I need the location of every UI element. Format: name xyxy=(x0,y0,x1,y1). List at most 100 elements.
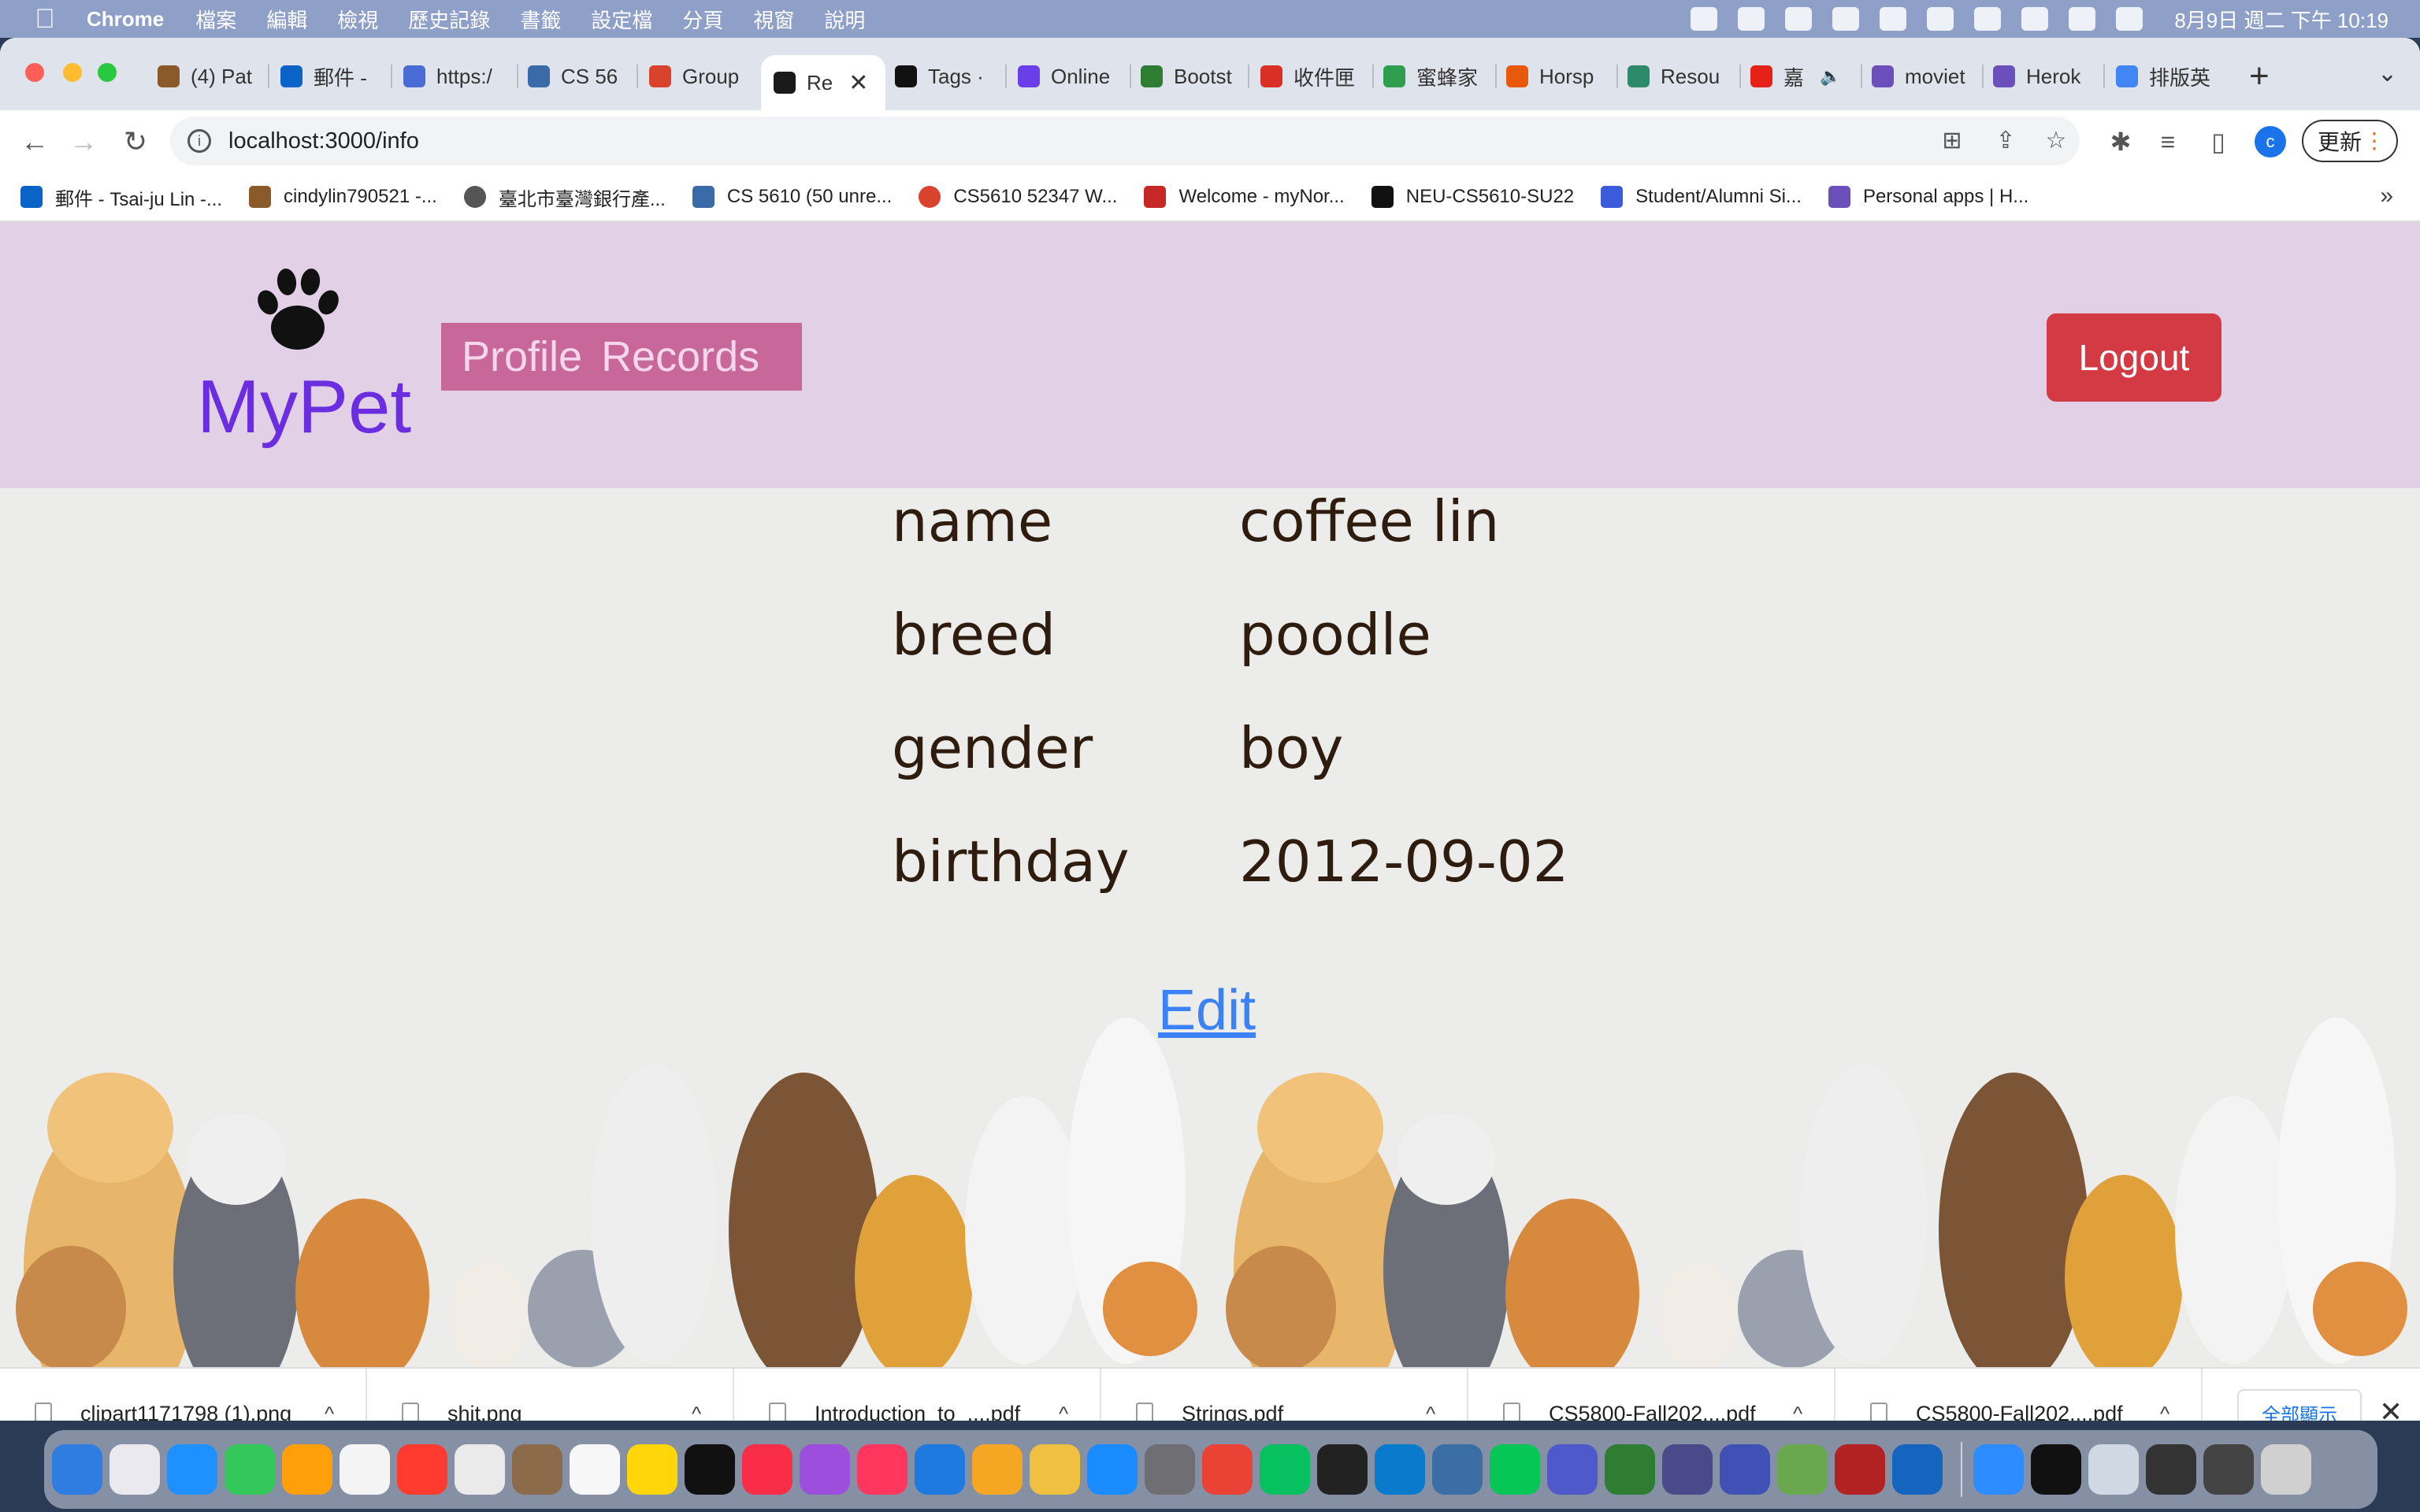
media-queue-icon[interactable]: ≡ xyxy=(2154,128,2182,156)
input-flag-icon[interactable] xyxy=(1880,7,1907,31)
tab-8[interactable]: Bootst xyxy=(1141,55,1240,98)
menu-view[interactable]: 檢視 xyxy=(337,5,378,34)
speaker-icon[interactable]: 🔈 xyxy=(1820,66,1841,87)
download-item[interactable]: shit.png ^ xyxy=(367,1369,734,1421)
dock-app-icon[interactable] xyxy=(1145,1444,1195,1495)
play-status-icon[interactable] xyxy=(1832,7,1860,31)
chevron-up-icon[interactable]: ^ xyxy=(692,1402,701,1421)
logout-button[interactable]: Logout xyxy=(2047,313,2221,402)
tab-9[interactable]: 收件匣 xyxy=(1260,55,1361,98)
chevron-up-icon[interactable]: ^ xyxy=(1793,1402,1802,1421)
download-item[interactable]: CS5800-Fall202....pdf ^ xyxy=(1835,1369,2203,1421)
translate-icon[interactable]: ⊞ xyxy=(1939,128,1965,154)
tab-14[interactable]: moviet xyxy=(1872,55,1974,98)
chevron-up-icon[interactable]: ^ xyxy=(1059,1402,1068,1421)
dock-app-icon[interactable] xyxy=(800,1444,850,1495)
tab-6[interactable]: Tags · xyxy=(895,55,1000,98)
dock-app-icon[interactable] xyxy=(2031,1444,2081,1495)
dock-app-icon[interactable] xyxy=(742,1444,792,1495)
tab-4[interactable]: Group xyxy=(649,55,752,98)
dock-app-icon[interactable] xyxy=(972,1444,1023,1495)
tab-13[interactable]: 嘉 🔈 xyxy=(1750,55,1850,98)
tab-7[interactable]: Online xyxy=(1018,55,1125,98)
chevron-up-icon[interactable]: ^ xyxy=(1426,1402,1435,1421)
dock-app-icon[interactable] xyxy=(2146,1444,2196,1495)
site-logo-text[interactable]: MyPet xyxy=(197,364,411,450)
tab-11[interactable]: Horsp xyxy=(1506,55,1609,98)
bookmark-item[interactable]: cindylin790521 -... xyxy=(249,186,437,208)
dock-app-icon[interactable] xyxy=(1720,1444,1770,1495)
site-info-icon[interactable]: i xyxy=(187,129,211,153)
dock-app-icon[interactable] xyxy=(1973,1444,2024,1495)
side-panel-icon[interactable]: ▯ xyxy=(2204,128,2233,156)
bookmark-item[interactable]: 臺北市臺灣銀行產... xyxy=(463,183,666,211)
dock-app-icon[interactable] xyxy=(1662,1444,1713,1495)
dock-app-icon[interactable] xyxy=(857,1444,908,1495)
dock-app-icon[interactable] xyxy=(1087,1444,1138,1495)
edit-link[interactable]: Edit xyxy=(1158,978,1256,1043)
menu-help[interactable]: 說明 xyxy=(824,5,865,34)
battery-icon[interactable] xyxy=(1927,7,1954,31)
more-menu-icon[interactable]: ⋮ xyxy=(2363,128,2385,154)
address-url[interactable]: localhost:3000/info xyxy=(228,128,419,154)
tab-5-active[interactable]: Re ✕ xyxy=(761,55,885,110)
dock-app-icon[interactable] xyxy=(1432,1444,1483,1495)
bookmark-item[interactable]: Personal apps | H... xyxy=(1828,186,2028,208)
control-center-icon[interactable] xyxy=(2069,7,2096,31)
chevron-up-icon[interactable]: ^ xyxy=(2160,1402,2169,1421)
show-all-downloads-button[interactable]: 全部顯示 xyxy=(2237,1389,2362,1421)
bookmark-item[interactable]: Welcome - myNor... xyxy=(1144,186,1345,208)
dock-app-icon[interactable] xyxy=(2261,1444,2311,1495)
address-bar[interactable]: i localhost:3000/info xyxy=(170,117,2080,165)
dock-app-icon[interactable] xyxy=(915,1444,965,1495)
dock-app-icon[interactable] xyxy=(2203,1444,2254,1495)
dock-app-icon[interactable] xyxy=(1547,1444,1598,1495)
tab-16[interactable]: 排版英 xyxy=(2116,55,2220,98)
tab-3[interactable]: CS 56 xyxy=(528,55,630,98)
tab-0[interactable]: (4) Pat xyxy=(158,55,260,98)
close-window-icon[interactable] xyxy=(25,63,44,82)
back-icon[interactable]: ← xyxy=(14,121,55,162)
zoom-status-icon[interactable] xyxy=(1691,7,1718,31)
tab-10[interactable]: 蜜蜂家 xyxy=(1383,55,1486,98)
bookmark-item[interactable]: NEU-CS5610-SU22 xyxy=(1371,186,1574,208)
dock-app-icon[interactable] xyxy=(109,1444,160,1495)
download-item[interactable]: Strings.pdf ^ xyxy=(1101,1369,1468,1421)
siri-icon[interactable] xyxy=(2116,7,2143,31)
dock-app-icon[interactable] xyxy=(1375,1444,1425,1495)
dock-app-icon[interactable] xyxy=(1030,1444,1080,1495)
bookmarks-overflow-icon[interactable]: » xyxy=(2380,183,2393,209)
extensions-icon[interactable]: ✱ xyxy=(2106,128,2135,156)
dock-app-icon[interactable] xyxy=(1892,1444,1943,1495)
profile-avatar[interactable]: c xyxy=(2255,126,2286,158)
menubar-app-name[interactable]: Chrome xyxy=(87,7,164,32)
wifi-icon[interactable] xyxy=(1974,7,2002,31)
dock-app-icon[interactable] xyxy=(340,1444,390,1495)
menubar-clock[interactable]: 8月9日 週二 下午 10:19 xyxy=(2174,5,2388,34)
bookmark-item[interactable]: 郵件 - Tsai-ju Lin -... xyxy=(20,183,222,211)
dock-app-icon[interactable] xyxy=(1260,1444,1310,1495)
line-status-icon[interactable] xyxy=(1738,7,1765,31)
update-button[interactable]: 更新 ⋮ xyxy=(2302,120,2398,162)
share-icon[interactable]: ⇪ xyxy=(1993,128,2018,154)
dock-app-icon[interactable] xyxy=(1605,1444,1655,1495)
dock-app-icon[interactable] xyxy=(627,1444,677,1495)
dock-app-icon[interactable] xyxy=(1777,1444,1828,1495)
dock-app-icon[interactable] xyxy=(455,1444,505,1495)
download-item[interactable]: clipart1171798 (1).png ^ xyxy=(0,1369,367,1421)
tab-search-chevron-icon[interactable]: ⌄ xyxy=(2377,60,2397,87)
menu-tab[interactable]: 分頁 xyxy=(682,5,723,34)
bookmark-star-icon[interactable]: ☆ xyxy=(2043,128,2069,154)
spotlight-icon[interactable] xyxy=(2021,7,2049,31)
menu-window[interactable]: 視窗 xyxy=(753,5,794,34)
tab-12[interactable]: Resou xyxy=(1628,55,1730,98)
dock-app-icon[interactable] xyxy=(1835,1444,1885,1495)
tab-2[interactable]: https:/ xyxy=(403,55,514,98)
menu-profiles[interactable]: 設定檔 xyxy=(591,5,652,34)
bookmark-item[interactable]: CS 5610 (50 unre... xyxy=(692,186,892,208)
dock-app-icon[interactable] xyxy=(225,1444,275,1495)
chevron-up-icon[interactable]: ^ xyxy=(325,1402,334,1421)
close-downloads-icon[interactable]: ✕ xyxy=(2379,1395,2403,1421)
apple-icon[interactable]:  xyxy=(32,4,58,34)
menu-bookmarks[interactable]: 書籤 xyxy=(520,5,561,34)
